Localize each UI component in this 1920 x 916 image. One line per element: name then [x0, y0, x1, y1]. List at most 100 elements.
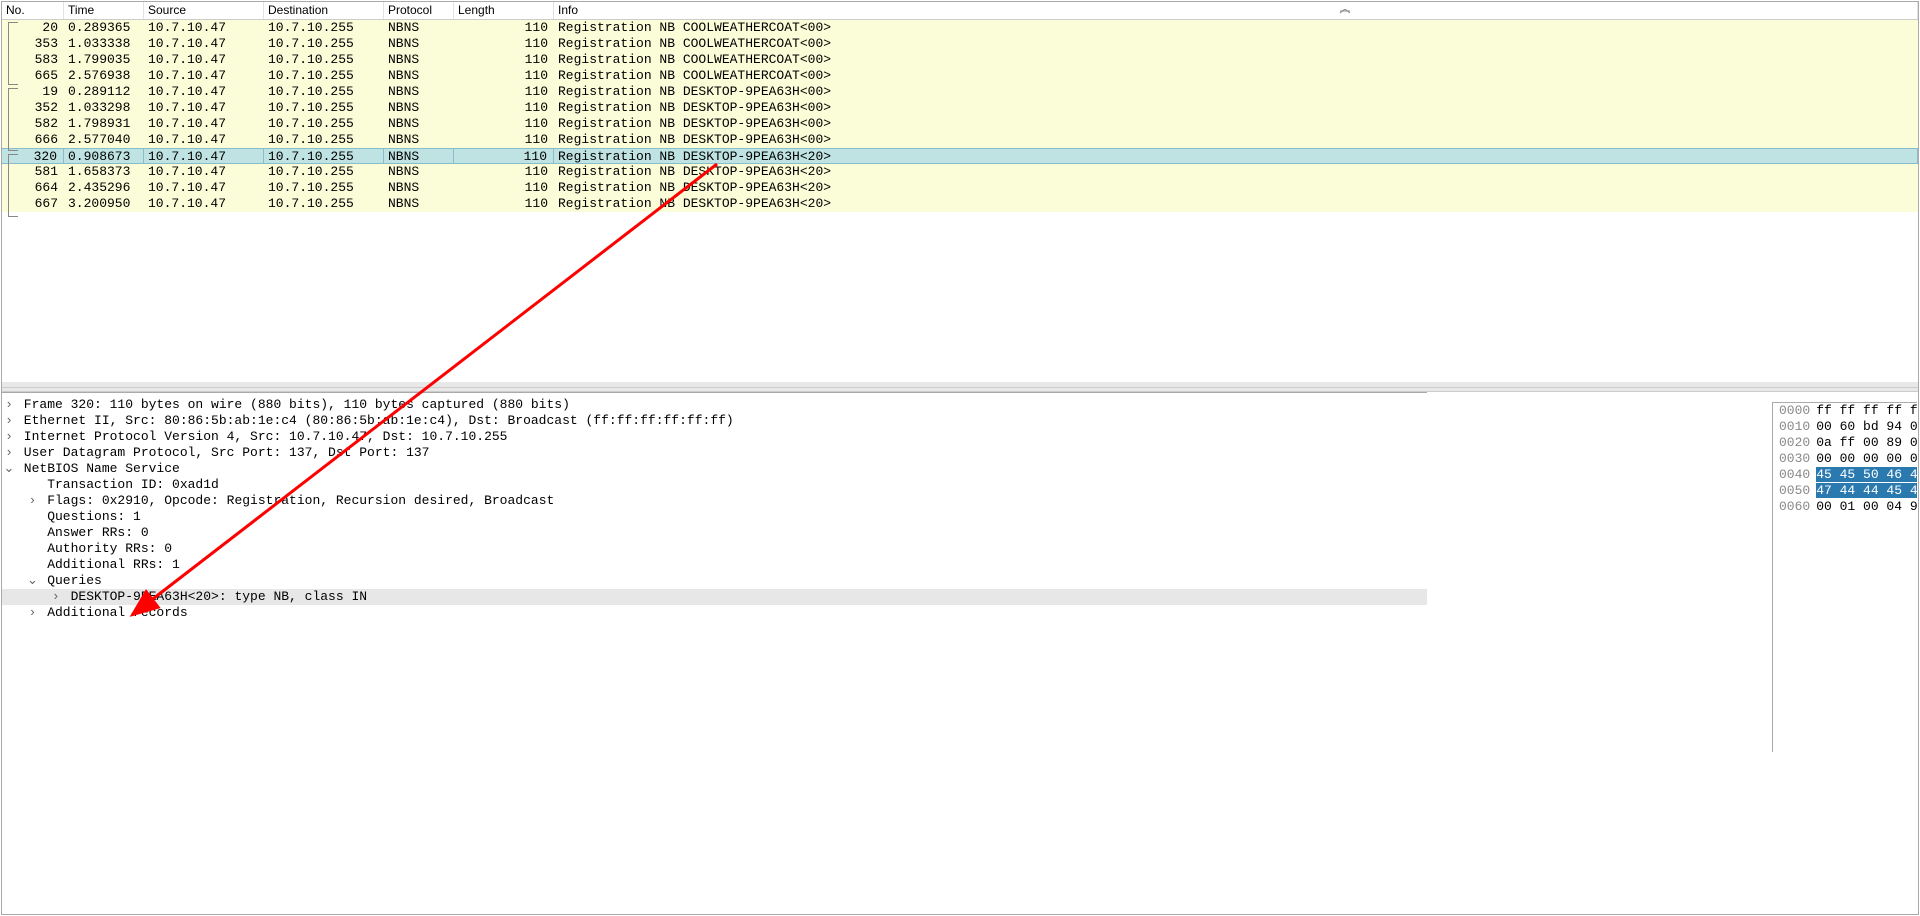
cell-src: 10.7.10.47 [144, 116, 264, 132]
cell-time: 1.033338 [64, 36, 144, 52]
packet-row[interactable]: 3200.90867310.7.10.4710.7.10.255NBNS110R… [2, 148, 1918, 164]
col-header-dest[interactable]: Destination [264, 2, 384, 19]
packet-list-header: No. Time Source Destination Protocol Len… [2, 2, 1918, 20]
related-bracket-icon [8, 88, 18, 150]
detail-line[interactable]: › DESKTOP-9PEA63H<20>: type NB, class IN [2, 589, 1427, 605]
expand-icon[interactable]: › [49, 589, 63, 605]
expand-icon[interactable]: › [2, 429, 16, 445]
cell-src: 10.7.10.47 [144, 180, 264, 196]
expand-icon[interactable]: › [25, 493, 39, 509]
packet-row[interactable]: 6662.57704010.7.10.4710.7.10.255NBNS110R… [2, 132, 1918, 148]
spacer [25, 557, 39, 573]
detail-line[interactable]: Authority RRs: 0 [2, 541, 1427, 557]
cell-time: 2.577040 [64, 132, 144, 148]
cell-len: 110 [454, 36, 554, 52]
col-header-source[interactable]: Source [144, 2, 264, 19]
packet-row[interactable]: 200.28936510.7.10.4710.7.10.255NBNS110Re… [2, 20, 1918, 36]
packet-row[interactable]: 5811.65837310.7.10.4710.7.10.255NBNS110R… [2, 164, 1918, 180]
detail-line[interactable]: › Additional records [2, 605, 1427, 621]
expand-icon[interactable]: › [25, 605, 39, 621]
cell-proto: NBNS [384, 20, 454, 36]
packet-row[interactable]: 190.28911210.7.10.4710.7.10.255NBNS110Re… [2, 84, 1918, 100]
cell-len: 110 [454, 52, 554, 68]
hex-row[interactable]: 006000 01 00 04 93 [1773, 499, 1917, 515]
detail-line[interactable]: › Ethernet II, Src: 80:86:5b:ab:1e:c4 (8… [2, 413, 1427, 429]
hex-row[interactable]: 004045 45 50 46 41 [1773, 467, 1917, 483]
cell-dst: 10.7.10.255 [264, 196, 384, 212]
hex-bytes: ff ff ff ff ff [1816, 403, 1917, 418]
cell-time: 1.798931 [64, 116, 144, 132]
hex-row[interactable]: 00200a ff 00 89 00 [1773, 435, 1917, 451]
detail-line[interactable]: ⌄ Queries [2, 573, 1427, 589]
packet-row[interactable]: 6642.43529610.7.10.4710.7.10.255NBNS110R… [2, 180, 1918, 196]
cell-dst: 10.7.10.255 [264, 116, 384, 132]
hex-bytes: 00 01 00 04 93 [1816, 499, 1917, 514]
packet-row[interactable]: 3531.03333810.7.10.4710.7.10.255NBNS110R… [2, 36, 1918, 52]
collapse-icon[interactable]: ⌄ [25, 573, 39, 589]
cell-info: Registration NB DESKTOP-9PEA63H<20> [554, 180, 1918, 196]
cell-proto: NBNS [384, 52, 454, 68]
cell-info: Registration NB COOLWEATHERCOAT<00> [554, 68, 1918, 84]
hex-bytes: 0a ff 00 89 00 [1816, 435, 1917, 450]
packet-row[interactable]: 5821.79893110.7.10.4710.7.10.255NBNS110R… [2, 116, 1918, 132]
cell-dst: 10.7.10.255 [264, 84, 384, 100]
detail-line[interactable]: ⌄ NetBIOS Name Service [2, 461, 1427, 477]
hex-row[interactable]: 0000ff ff ff ff ff [1773, 403, 1917, 419]
expand-icon[interactable]: › [2, 413, 16, 429]
cell-src: 10.7.10.47 [144, 52, 264, 68]
cell-info: Registration NB DESKTOP-9PEA63H<00> [554, 132, 1918, 148]
packet-row[interactable]: 6652.57693810.7.10.4710.7.10.255NBNS110R… [2, 68, 1918, 84]
cell-src: 10.7.10.47 [144, 100, 264, 116]
cell-len: 110 [454, 116, 554, 132]
cell-proto: NBNS [384, 36, 454, 52]
cell-info: Registration NB DESKTOP-9PEA63H<20> [554, 196, 1918, 212]
detail-line[interactable]: Answer RRs: 0 [2, 525, 1427, 541]
pane-handle-icon [1320, 3, 1370, 7]
detail-line[interactable]: › User Datagram Protocol, Src Port: 137,… [2, 445, 1427, 461]
cell-time: 1.658373 [64, 164, 144, 180]
col-header-info[interactable]: Info [554, 2, 1918, 19]
detail-line[interactable]: Transaction ID: 0xad1d [2, 477, 1427, 493]
detail-text: NetBIOS Name Service [16, 461, 180, 476]
cell-time: 2.435296 [64, 180, 144, 196]
hex-row[interactable]: 001000 60 bd 94 00 [1773, 419, 1917, 435]
col-header-no[interactable]: No. [2, 2, 64, 19]
packet-row[interactable]: 6673.20095010.7.10.4710.7.10.255NBNS110R… [2, 196, 1918, 212]
packet-details-pane[interactable]: › Frame 320: 110 bytes on wire (880 bits… [2, 392, 1427, 742]
detail-line[interactable]: › Internet Protocol Version 4, Src: 10.7… [2, 429, 1427, 445]
col-header-time[interactable]: Time [64, 2, 144, 19]
detail-line[interactable]: › Flags: 0x2910, Opcode: Registration, R… [2, 493, 1427, 509]
packet-bytes-pane[interactable]: 0000ff ff ff ff ff 001000 60 bd 94 00 00… [1772, 402, 1917, 752]
detail-text: DESKTOP-9PEA63H<20>: type NB, class IN [63, 589, 367, 604]
cell-info: Registration NB COOLWEATHERCOAT<00> [554, 20, 1918, 36]
col-header-proto[interactable]: Protocol [384, 2, 454, 19]
cell-time: 3.200950 [64, 196, 144, 212]
expand-icon[interactable]: › [2, 445, 16, 461]
cell-dst: 10.7.10.255 [264, 132, 384, 148]
hex-row[interactable]: 005047 44 44 45 49 [1773, 483, 1917, 499]
hex-offset: 0060 [1773, 499, 1816, 514]
collapse-icon[interactable]: ⌄ [2, 461, 16, 477]
packet-list-pane[interactable]: No. Time Source Destination Protocol Len… [2, 2, 1918, 387]
cell-src: 10.7.10.47 [144, 132, 264, 148]
cell-time: 0.289365 [64, 20, 144, 36]
cell-len: 110 [454, 164, 554, 180]
hex-row[interactable]: 003000 00 00 00 00 [1773, 451, 1917, 467]
detail-line[interactable]: Additional RRs: 1 [2, 557, 1427, 573]
packet-row[interactable]: 5831.79903510.7.10.4710.7.10.255NBNS110R… [2, 52, 1918, 68]
hex-offset: 0000 [1773, 403, 1816, 418]
related-bracket-icon [8, 154, 18, 216]
cell-time: 0.289112 [64, 84, 144, 100]
detail-line[interactable]: Questions: 1 [2, 509, 1427, 525]
cell-dst: 10.7.10.255 [264, 52, 384, 68]
detail-text: User Datagram Protocol, Src Port: 137, D… [16, 445, 429, 460]
expand-icon[interactable]: › [2, 397, 16, 413]
detail-line[interactable]: › Frame 320: 110 bytes on wire (880 bits… [2, 397, 1427, 413]
cell-info: Registration NB COOLWEATHERCOAT<00> [554, 36, 1918, 52]
packet-row[interactable]: 3521.03329810.7.10.4710.7.10.255NBNS110R… [2, 100, 1918, 116]
hex-bytes: 45 45 50 46 41 [1816, 467, 1917, 482]
hex-offset: 0030 [1773, 451, 1816, 466]
cell-src: 10.7.10.47 [144, 164, 264, 180]
hex-bytes: 00 60 bd 94 00 [1816, 419, 1917, 434]
col-header-length[interactable]: Length [454, 2, 554, 19]
